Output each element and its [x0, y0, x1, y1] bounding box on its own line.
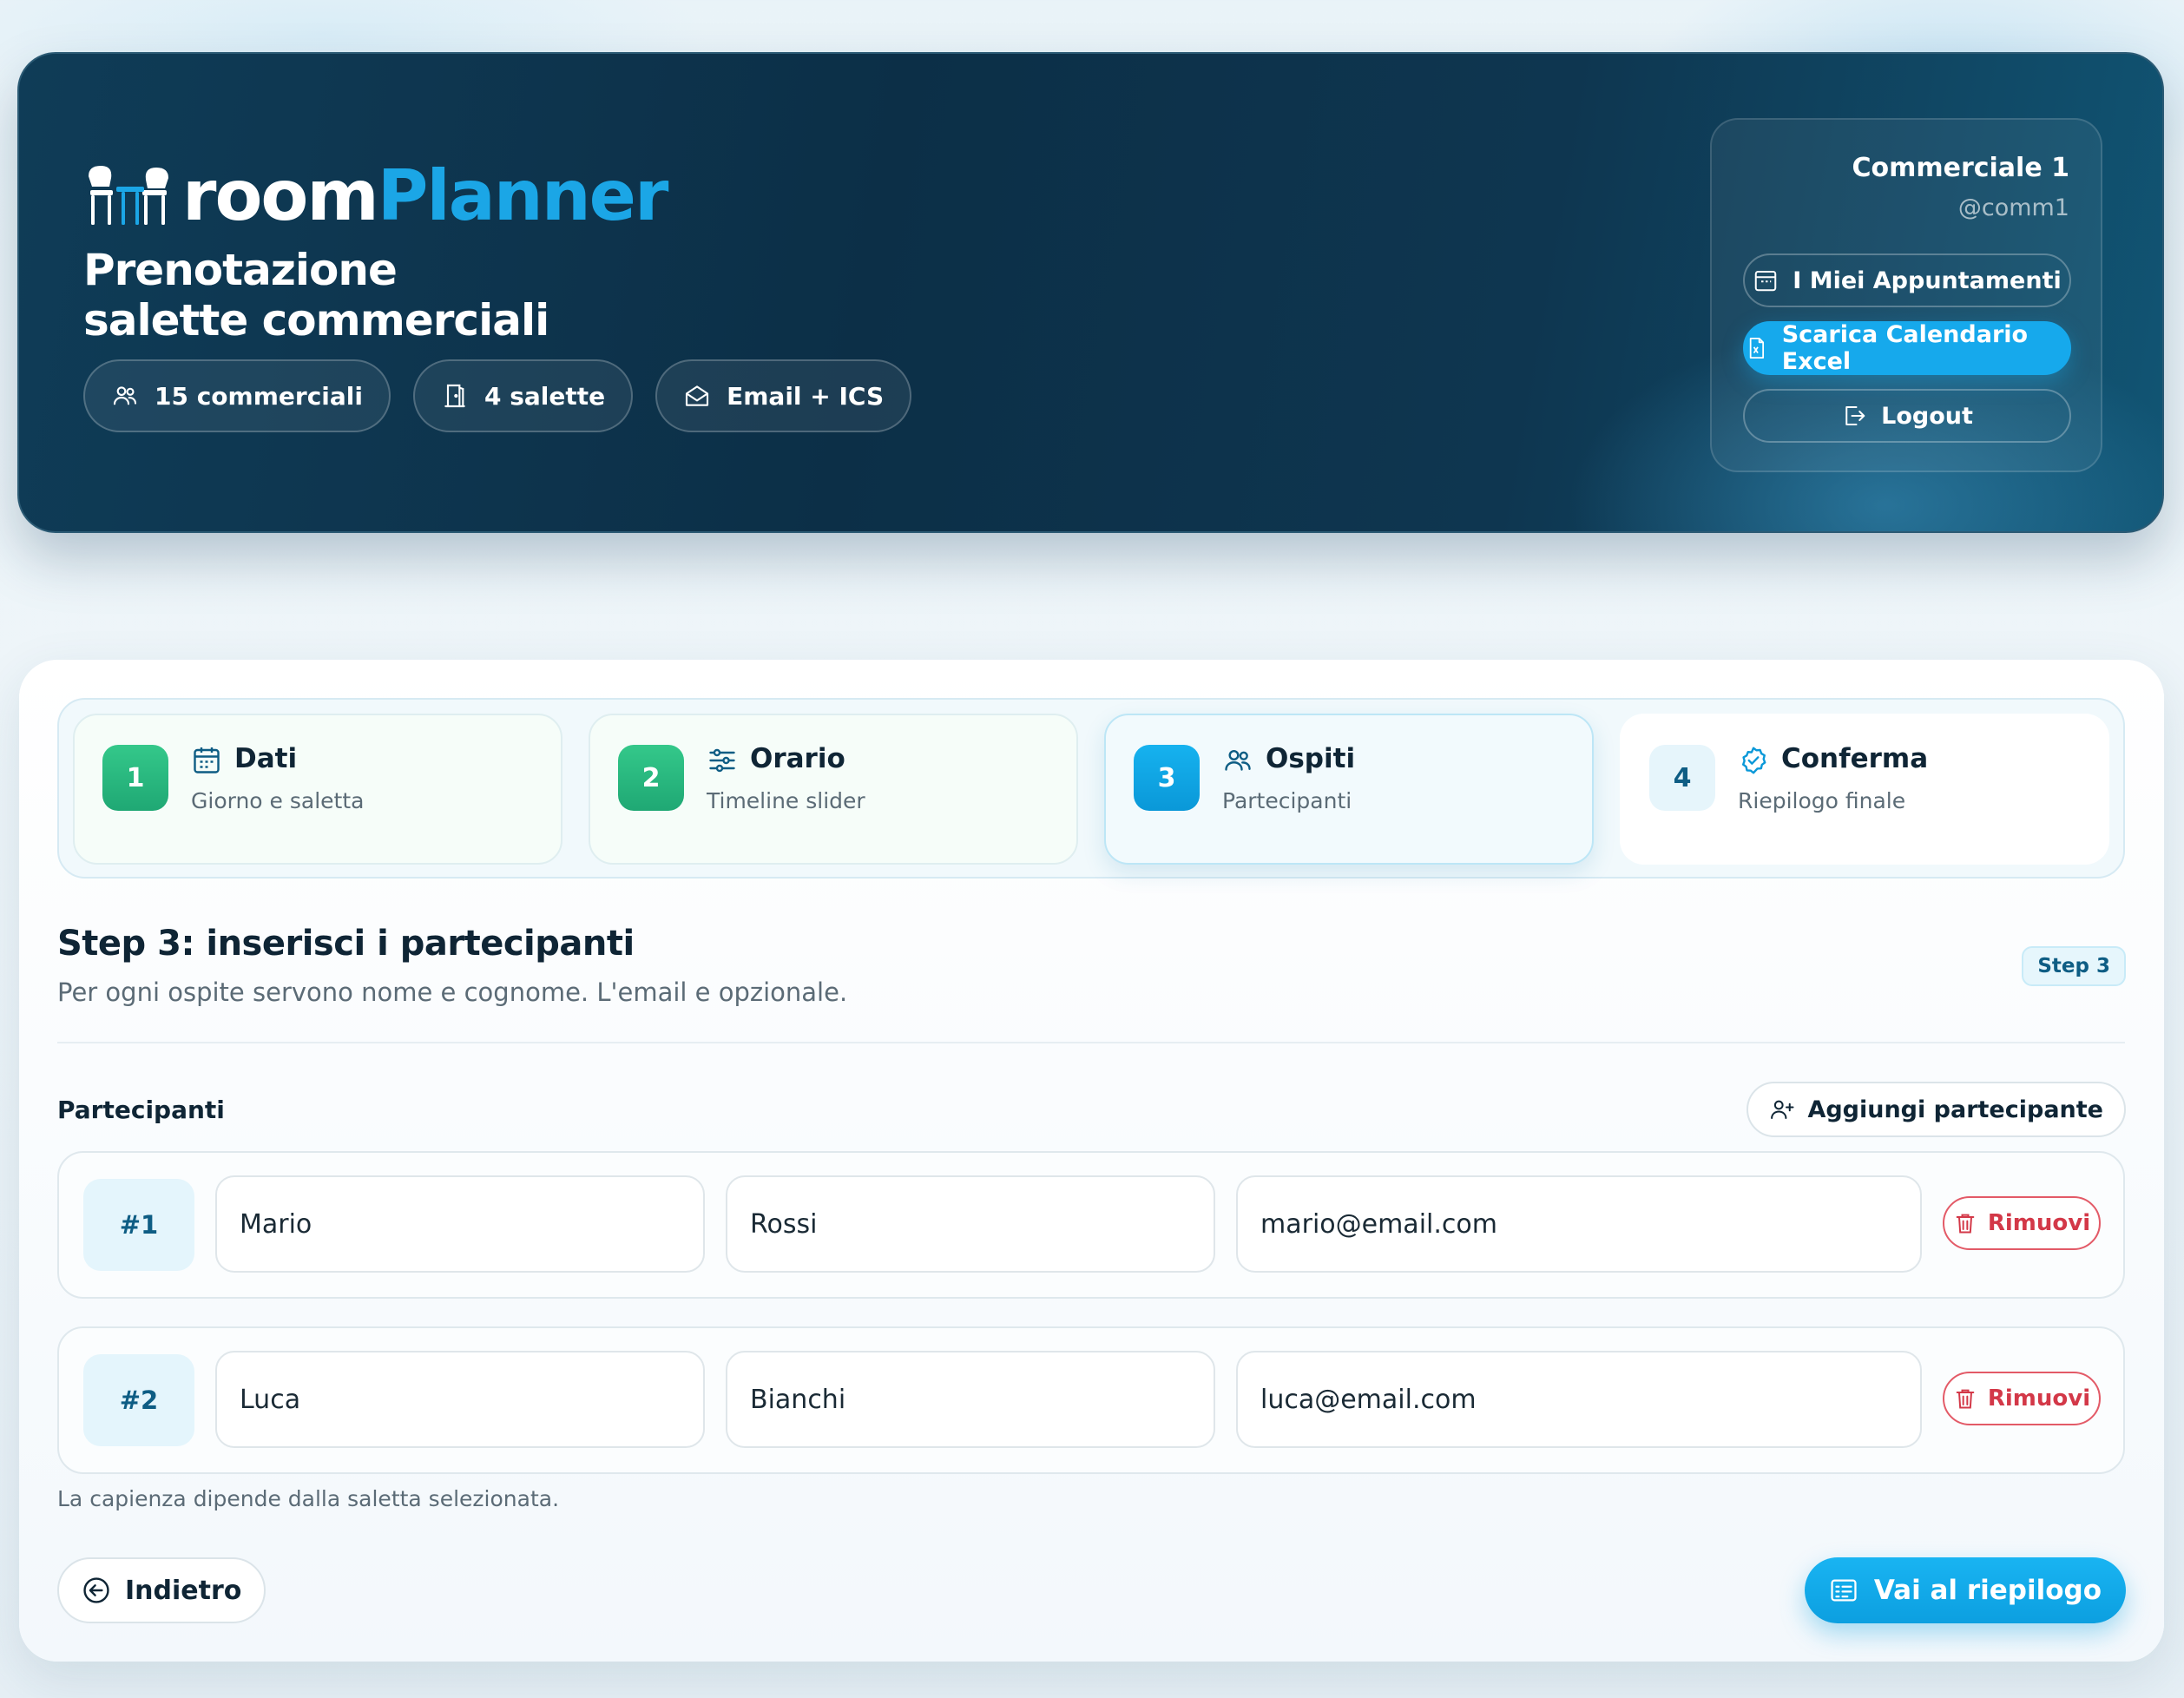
step-orario[interactable]: 2 Orario Timeline slider	[589, 714, 1078, 865]
chip-label: 15 commerciali	[155, 381, 363, 411]
back-button[interactable]: Indietro	[57, 1557, 266, 1623]
chairs-table-icon	[89, 166, 168, 225]
chip-label: 4 salette	[484, 381, 606, 411]
participant-number: #1	[83, 1179, 194, 1271]
section-title: Step 3: inserisci i partecipanti	[57, 924, 635, 964]
step-ospiti[interactable]: 3 Ospiti Partecipanti	[1104, 714, 1594, 865]
step-conferma[interactable]: 4 Conferma Riepilogo finale	[1620, 714, 2109, 865]
info-chips: 15 commerciali 4 salette Email + ICS	[83, 359, 912, 432]
user-card: Commerciale 1 @comm1 I Miei Appuntamenti…	[1710, 118, 2102, 472]
header-hero: room Planner Prenotazione salette commerc…	[17, 52, 2164, 533]
last-name-input[interactable]	[726, 1351, 1215, 1448]
remove-participant-button[interactable]: Rimuovi	[1943, 1372, 2101, 1425]
first-name-input[interactable]	[215, 1351, 705, 1448]
go-to-summary-label: Vai al riepilogo	[1873, 1575, 2102, 1606]
step-number: 2	[618, 745, 684, 811]
remove-label: Rimuovi	[1987, 1210, 2091, 1236]
trash-icon	[1956, 1214, 1975, 1234]
logout-label: Logout	[1881, 402, 1973, 430]
step-title: Orario	[750, 743, 845, 774]
list-details-icon	[1831, 1579, 1857, 1602]
users-icon	[113, 386, 137, 405]
brand-logo: room Planner	[83, 148, 669, 243]
first-name-input[interactable]	[215, 1175, 705, 1273]
step-subtitle: Giorno e saletta	[191, 788, 365, 813]
participant-row: #1 Rimuovi	[57, 1151, 2125, 1299]
email-input[interactable]	[1236, 1175, 1922, 1273]
excel-file-icon	[1749, 337, 1765, 359]
step-number: 4	[1649, 745, 1715, 811]
my-appointments-button[interactable]: I Miei Appuntamenti	[1743, 253, 2071, 307]
participant-number: #2	[83, 1354, 194, 1446]
calendar-icon	[194, 747, 220, 773]
booking-wizard-card: 1 Dati Giorno e saletta 2 Orario Timelin…	[19, 660, 2164, 1662]
step-number: 1	[102, 745, 168, 811]
step-subtitle: Partecipanti	[1222, 788, 1352, 813]
step-title: Conferma	[1781, 743, 1929, 774]
participant-row: #2 Rimuovi	[57, 1326, 2125, 1474]
chip-label: Email + ICS	[727, 381, 885, 411]
step-dati[interactable]: 1 Dati Giorno e saletta	[73, 714, 562, 865]
divider	[57, 1042, 2125, 1043]
step-title: Ospiti	[1266, 743, 1356, 774]
back-label: Indietro	[125, 1575, 242, 1606]
download-excel-label: Scarica Calendario Excel	[1781, 321, 2029, 375]
participants-label: Partecipanti	[57, 1096, 225, 1124]
logout-button[interactable]: Logout	[1743, 389, 2071, 443]
sliders-icon	[709, 748, 735, 773]
mail-icon	[686, 385, 709, 406]
calendar-icon	[1755, 271, 1777, 292]
wizard-stepper: 1 Dati Giorno e saletta 2 Orario Timelin…	[57, 698, 2125, 879]
add-participant-label: Aggiungi partecipante	[1807, 1096, 2103, 1123]
step-badge: Step 3	[2022, 946, 2126, 986]
users-icon	[1225, 750, 1251, 771]
remove-label: Rimuovi	[1987, 1385, 2091, 1412]
my-appointments-label: I Miei Appuntamenti	[1793, 267, 2062, 294]
download-excel-button[interactable]: Scarica Calendario Excel	[1743, 321, 2071, 375]
brand-room-text: room	[182, 155, 379, 236]
chip-salette: 4 salette	[412, 359, 634, 432]
section-subtitle: Per ogni ospite servono nome e cognome. …	[57, 977, 848, 1007]
badge-check-icon	[1741, 747, 1766, 774]
brand-planner-text: Planner	[377, 155, 669, 236]
logout-icon	[1845, 406, 1865, 425]
trash-icon	[1956, 1389, 1975, 1409]
step-number: 3	[1134, 745, 1200, 811]
go-to-summary-button[interactable]: Vai al riepilogo	[1804, 1557, 2126, 1623]
email-input[interactable]	[1236, 1351, 1922, 1448]
user-name: Commerciale 1	[1852, 153, 2069, 183]
chip-commerciali: 15 commerciali	[83, 359, 391, 432]
arrow-left-circle-icon	[83, 1577, 109, 1603]
page-title: Prenotazione salette commerciali	[83, 245, 549, 346]
user-plus-icon	[1771, 1100, 1794, 1119]
add-participant-button[interactable]: Aggiungi partecipante	[1747, 1082, 2126, 1137]
step-subtitle: Timeline slider	[707, 788, 865, 813]
door-icon	[444, 384, 465, 408]
remove-participant-button[interactable]: Rimuovi	[1943, 1196, 2101, 1250]
user-handle: @comm1	[1957, 194, 2069, 221]
last-name-input[interactable]	[726, 1175, 1215, 1273]
chip-email: Email + ICS	[655, 359, 912, 432]
step-subtitle: Riepilogo finale	[1738, 788, 1906, 813]
capacity-note: La capienza dipende dalla saletta selezi…	[57, 1486, 560, 1511]
step-title: Dati	[234, 743, 298, 774]
